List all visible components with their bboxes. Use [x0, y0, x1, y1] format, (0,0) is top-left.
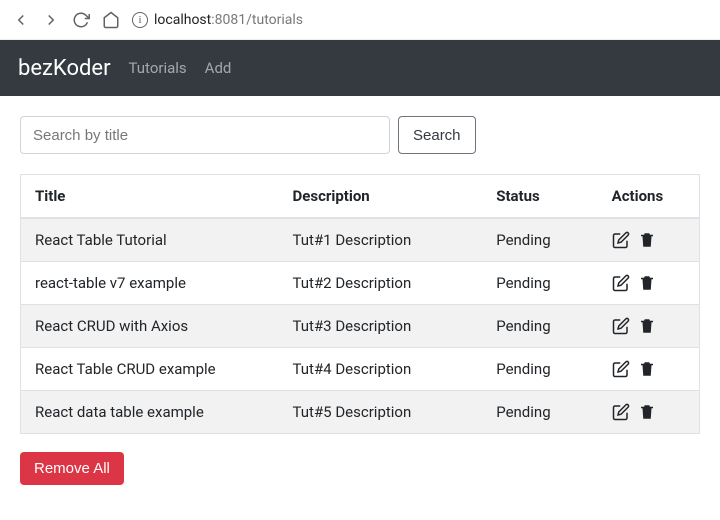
browser-chrome: i localhost:8081/tutorials — [0, 0, 720, 40]
url-bar[interactable]: i localhost:8081/tutorials — [132, 12, 708, 28]
cell-actions — [598, 218, 700, 262]
delete-icon[interactable] — [638, 231, 656, 249]
table-header-row: Title Description Status Actions — [21, 175, 700, 219]
table-row: React Table TutorialTut#1 DescriptionPen… — [21, 218, 700, 262]
edit-icon[interactable] — [612, 403, 630, 421]
cell-status: Pending — [482, 262, 597, 305]
cell-description: Tut#2 Description — [279, 262, 483, 305]
search-button[interactable]: Search — [398, 116, 476, 154]
cell-status: Pending — [482, 348, 597, 391]
col-header-title: Title — [21, 175, 279, 219]
reload-icon[interactable] — [72, 11, 90, 29]
search-input[interactable] — [20, 116, 390, 154]
navbar: bezKoder Tutorials Add — [0, 40, 720, 96]
home-icon[interactable] — [102, 11, 120, 29]
delete-icon[interactable] — [638, 274, 656, 292]
navbar-brand[interactable]: bezKoder — [18, 56, 111, 81]
main-container: Search Title Description Status Actions … — [0, 96, 720, 505]
edit-icon[interactable] — [612, 231, 630, 249]
search-row: Search — [20, 116, 700, 154]
remove-all-button[interactable]: Remove All — [20, 452, 124, 485]
edit-icon[interactable] — [612, 274, 630, 292]
cell-title: React CRUD with Axios — [21, 305, 279, 348]
col-header-actions: Actions — [598, 175, 700, 219]
cell-description: Tut#5 Description — [279, 391, 483, 434]
edit-icon[interactable] — [612, 317, 630, 335]
cell-title: React data table example — [21, 391, 279, 434]
cell-title: React Table CRUD example — [21, 348, 279, 391]
delete-icon[interactable] — [638, 360, 656, 378]
cell-description: Tut#1 Description — [279, 218, 483, 262]
cell-actions — [598, 262, 700, 305]
nav-link-tutorials[interactable]: Tutorials — [129, 59, 187, 77]
table-row: React CRUD with AxiosTut#3 DescriptionPe… — [21, 305, 700, 348]
col-header-description: Description — [279, 175, 483, 219]
cell-actions — [598, 348, 700, 391]
cell-actions — [598, 391, 700, 434]
edit-icon[interactable] — [612, 360, 630, 378]
url-text: localhost:8081/tutorials — [154, 12, 303, 28]
table-row: React data table exampleTut#5 Descriptio… — [21, 391, 700, 434]
table-row: React Table CRUD exampleTut#4 Descriptio… — [21, 348, 700, 391]
cell-actions — [598, 305, 700, 348]
table-row: react-table v7 exampleTut#2 DescriptionP… — [21, 262, 700, 305]
cell-description: Tut#4 Description — [279, 348, 483, 391]
back-icon[interactable] — [12, 11, 30, 29]
nav-link-add[interactable]: Add — [205, 59, 232, 77]
delete-icon[interactable] — [638, 317, 656, 335]
cell-status: Pending — [482, 305, 597, 348]
site-info-icon[interactable]: i — [132, 12, 148, 28]
tutorials-table: Title Description Status Actions React T… — [20, 174, 700, 434]
col-header-status: Status — [482, 175, 597, 219]
cell-title: react-table v7 example — [21, 262, 279, 305]
cell-status: Pending — [482, 218, 597, 262]
forward-icon[interactable] — [42, 11, 60, 29]
cell-status: Pending — [482, 391, 597, 434]
cell-description: Tut#3 Description — [279, 305, 483, 348]
cell-title: React Table Tutorial — [21, 218, 279, 262]
delete-icon[interactable] — [638, 403, 656, 421]
